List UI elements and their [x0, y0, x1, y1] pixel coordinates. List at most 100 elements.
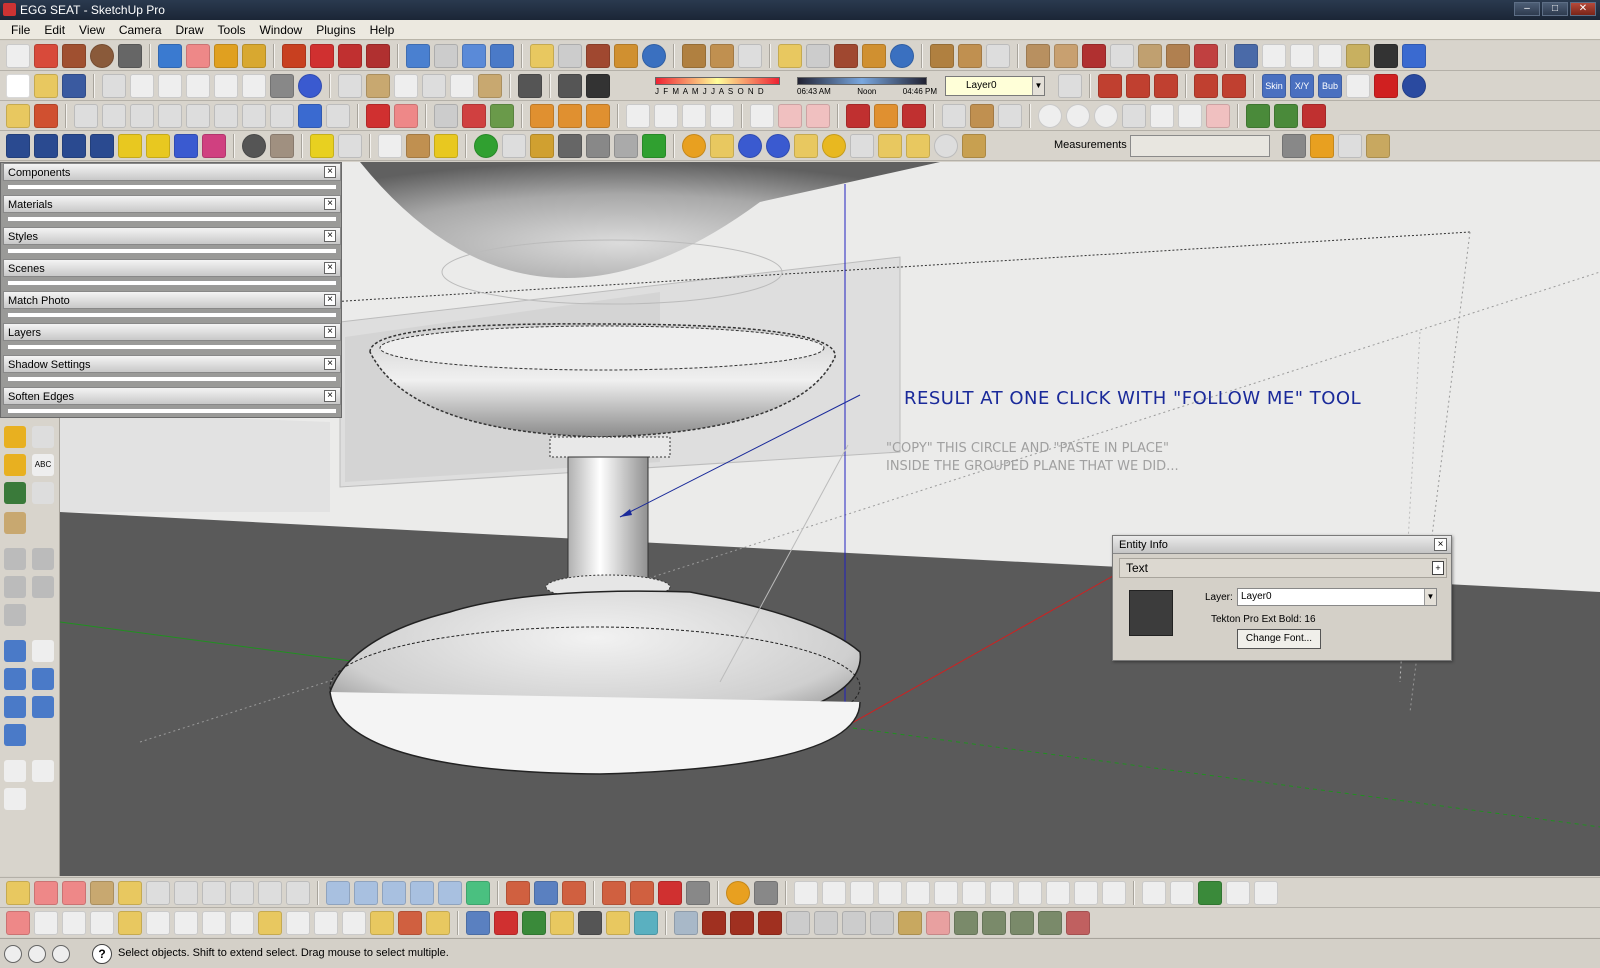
bt-17-icon[interactable] — [466, 881, 490, 905]
curve-17-icon[interactable] — [1254, 881, 1278, 905]
tape-icon[interactable] — [4, 426, 26, 448]
redo-icon[interactable] — [242, 74, 266, 98]
tool-ai-icon[interactable] — [1122, 104, 1146, 128]
expand-icon[interactable]: + — [1432, 561, 1444, 575]
tool-al-icon[interactable] — [1206, 104, 1230, 128]
xray-icon[interactable] — [1234, 44, 1258, 68]
entity-info-header[interactable]: Entity Info × — [1113, 536, 1451, 554]
menu-camera[interactable]: Camera — [112, 23, 169, 37]
text-color-swatch[interactable] — [1129, 590, 1173, 636]
close-icon[interactable]: × — [324, 294, 336, 306]
tool-z-icon[interactable] — [846, 104, 870, 128]
plugin-4-icon[interactable] — [1194, 74, 1218, 98]
right-view-icon[interactable] — [1194, 44, 1218, 68]
add-detail-icon[interactable] — [890, 44, 914, 68]
tool-aa-icon[interactable] — [874, 104, 898, 128]
iso-icon[interactable] — [338, 74, 362, 98]
menu-edit[interactable]: Edit — [37, 23, 72, 37]
monochrome-icon[interactable] — [1374, 44, 1398, 68]
measurements-input[interactable] — [1130, 135, 1270, 157]
pointer-tool-icon[interactable] — [6, 104, 30, 128]
stamp-icon[interactable] — [834, 44, 858, 68]
select-tool-icon[interactable] — [6, 44, 30, 68]
bt-16-icon[interactable] — [438, 881, 462, 905]
top-icon[interactable] — [366, 74, 390, 98]
curve-3-icon[interactable] — [850, 881, 874, 905]
cut-icon[interactable] — [102, 74, 126, 98]
menu-plugins[interactable]: Plugins — [309, 23, 362, 37]
tool-ak-icon[interactable] — [1178, 104, 1202, 128]
tool-ag-icon[interactable] — [1066, 104, 1090, 128]
paste-icon[interactable] — [158, 74, 182, 98]
protractor-icon[interactable] — [4, 454, 26, 476]
bt2-4-icon[interactable] — [90, 911, 114, 935]
curve-15-icon[interactable] — [1198, 881, 1222, 905]
rectangle-tool-icon[interactable] — [62, 44, 86, 68]
sec-9-icon[interactable] — [898, 911, 922, 935]
curve-14-icon[interactable] — [1170, 881, 1194, 905]
axes-icon[interactable] — [4, 482, 26, 504]
bt2-16-icon[interactable] — [426, 911, 450, 935]
menu-window[interactable]: Window — [253, 23, 310, 37]
curve-7-icon[interactable] — [962, 881, 986, 905]
box-3-icon[interactable] — [1366, 134, 1390, 158]
render-1-icon[interactable] — [6, 134, 30, 158]
bt-20-icon[interactable] — [562, 881, 586, 905]
zoom-window-icon[interactable] — [32, 668, 54, 690]
solid-tools-icon[interactable] — [738, 44, 762, 68]
tool-e-icon[interactable] — [186, 104, 210, 128]
position-camera-icon[interactable] — [4, 760, 26, 782]
bt2-12-icon[interactable] — [314, 911, 338, 935]
from-contours-icon[interactable] — [958, 44, 982, 68]
render-d-icon[interactable] — [558, 134, 582, 158]
bt2-10-icon[interactable] — [258, 911, 282, 935]
pen-2-icon[interactable] — [494, 911, 518, 935]
plugin-1-icon[interactable] — [1098, 74, 1122, 98]
make-component-icon[interactable] — [158, 44, 182, 68]
tool-w-icon[interactable] — [750, 104, 774, 128]
line-tool-icon[interactable] — [34, 44, 58, 68]
open-file-icon[interactable] — [34, 74, 58, 98]
display-shadows-icon[interactable] — [518, 74, 542, 98]
sec-4-icon[interactable] — [758, 911, 782, 935]
zoom-left-icon[interactable] — [4, 668, 26, 690]
tray-match-photo[interactable]: Match Photo × — [3, 291, 341, 321]
curve-2-icon[interactable] — [822, 881, 846, 905]
tool-k-icon[interactable] — [366, 104, 390, 128]
push-pull-icon[interactable] — [282, 44, 306, 68]
bt-15-icon[interactable] — [410, 881, 434, 905]
front-icon[interactable] — [394, 74, 418, 98]
shaded-textures-icon[interactable] — [1346, 44, 1370, 68]
bt2-3-icon[interactable] — [62, 911, 86, 935]
tool-q-icon[interactable] — [558, 104, 582, 128]
subtract-icon[interactable] — [32, 576, 54, 598]
pen-1-icon[interactable] — [466, 911, 490, 935]
user-icon[interactable] — [52, 945, 70, 963]
help-icon[interactable]: ? — [92, 944, 112, 964]
tray-materials[interactable]: Materials × — [3, 195, 341, 225]
render-8-icon[interactable] — [202, 134, 226, 158]
pencil-tool-icon[interactable] — [34, 104, 58, 128]
tape-measure-icon[interactable] — [214, 44, 238, 68]
pen-4-icon[interactable] — [550, 911, 574, 935]
render-l-icon[interactable] — [906, 134, 930, 158]
result-annotation[interactable]: RESULT AT ONE CLICK WITH "FOLLOW ME" TOO… — [904, 388, 1361, 409]
menu-tools[interactable]: Tools — [211, 23, 253, 37]
bt2-6-icon[interactable] — [146, 911, 170, 935]
bt-12-icon[interactable] — [326, 881, 350, 905]
render-n-icon[interactable] — [934, 134, 958, 158]
top-view-icon[interactable] — [1138, 44, 1162, 68]
tool-l-icon[interactable] — [394, 104, 418, 128]
render-4-icon[interactable] — [90, 134, 114, 158]
paint-bucket-icon[interactable] — [242, 44, 266, 68]
intersect-icon[interactable] — [32, 548, 54, 570]
union-icon[interactable] — [4, 576, 26, 598]
pen-7-icon[interactable] — [634, 911, 658, 935]
close-icon[interactable]: × — [1434, 538, 1447, 551]
layer-dropdown[interactable]: Layer0 ▼ — [945, 76, 1045, 96]
plant-plugin-3-icon[interactable] — [1302, 104, 1326, 128]
sec-1-icon[interactable] — [674, 911, 698, 935]
tool-x-icon[interactable] — [778, 104, 802, 128]
walk-icon[interactable] — [32, 760, 54, 782]
bt-23-icon[interactable] — [658, 881, 682, 905]
